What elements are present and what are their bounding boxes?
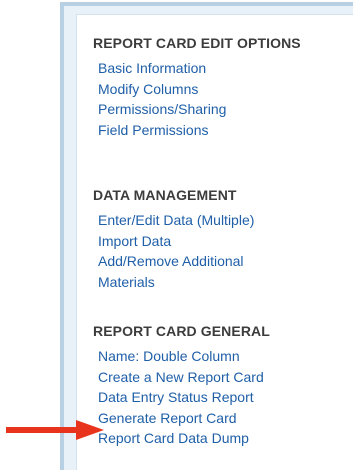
menu-item-permissions-sharing[interactable]: Permissions/Sharing (98, 99, 303, 120)
section-data-management: DATA MANAGEMENT Enter/Edit Data (Multipl… (93, 187, 318, 292)
menu-item-modify-columns[interactable]: Modify Columns (98, 79, 303, 100)
menu-item-name-double-column[interactable]: Name: Double Column (98, 346, 270, 367)
menu-item-create-new-report-card[interactable]: Create a New Report Card (98, 367, 270, 388)
menu-item-data-entry-status-report[interactable]: Data Entry Status Report (98, 387, 270, 408)
page: REPORT CARD EDIT OPTIONS Basic Informati… (0, 0, 353, 470)
section-title-data-management: DATA MANAGEMENT (93, 187, 237, 203)
menu-item-add-remove-materials[interactable]: Add/Remove Additional Materials (98, 251, 288, 292)
section-report-card-edit-options: REPORT CARD EDIT OPTIONS Basic Informati… (93, 35, 303, 140)
menu-item-enter-edit-data[interactable]: Enter/Edit Data (Multiple) (98, 210, 318, 231)
report-card-general-list: Name: Double Column Create a New Report … (98, 346, 270, 449)
menu-item-import-data[interactable]: Import Data (98, 231, 318, 252)
section-title-edit-options: REPORT CARD EDIT OPTIONS (93, 35, 301, 51)
red-arrow-right-icon (6, 420, 104, 440)
menu-item-generate-report-card[interactable]: Generate Report Card (98, 408, 270, 429)
menu-item-field-permissions[interactable]: Field Permissions (98, 120, 303, 141)
section-title-report-card-general: REPORT CARD GENERAL (93, 323, 270, 339)
section-report-card-general: REPORT CARD GENERAL Name: Double Column … (93, 323, 270, 449)
menu-item-report-card-data-dump[interactable]: Report Card Data Dump (98, 428, 270, 449)
data-management-list: Enter/Edit Data (Multiple) Import Data A… (98, 210, 318, 292)
side-panel: REPORT CARD EDIT OPTIONS Basic Informati… (60, 2, 353, 470)
edit-options-list: Basic Information Modify Columns Permiss… (98, 58, 303, 140)
menu-item-basic-information[interactable]: Basic Information (98, 58, 303, 79)
options-menu-panel: REPORT CARD EDIT OPTIONS Basic Informati… (76, 14, 353, 470)
